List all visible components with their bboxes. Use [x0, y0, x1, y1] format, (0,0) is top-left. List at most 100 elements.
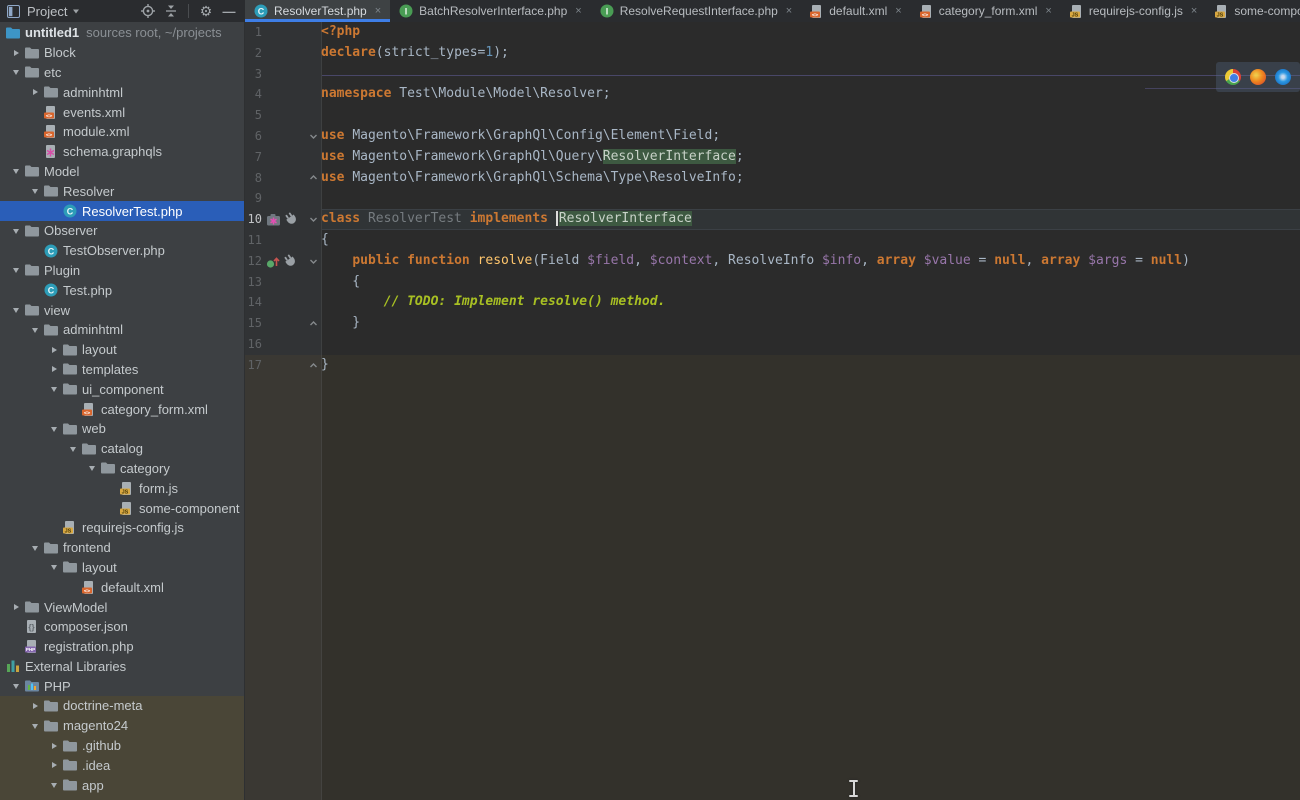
tree-item[interactable]: category [0, 459, 244, 479]
tree-item[interactable]: view [0, 300, 244, 320]
firefox-icon[interactable] [1250, 69, 1266, 85]
tab-close-button[interactable]: × [375, 5, 381, 17]
tree-item[interactable]: web [0, 419, 244, 439]
line-number[interactable]: 8 [245, 168, 262, 189]
tree-item[interactable]: JS form.js [0, 478, 244, 498]
code-line[interactable]: 8 use Magento\Framework\GraphQl\Schema\T… [245, 168, 1300, 189]
tree-item[interactable]: schema.graphqls [0, 142, 244, 162]
tree-item[interactable]: C TestObserver.php [0, 241, 244, 261]
tree-item[interactable]: catalog [0, 439, 244, 459]
tab-close-button[interactable]: × [1045, 5, 1051, 17]
tree-item[interactable]: .idea [0, 755, 244, 775]
chevron-right-icon[interactable] [44, 741, 63, 751]
fold-toggle-icon[interactable] [309, 319, 318, 328]
tree-item[interactable]: ui_component [0, 379, 244, 399]
tree-item[interactable]: <> default.xml [0, 577, 244, 597]
editor-tab[interactable]: JS requirejs-config.js × [1061, 0, 1206, 22]
tree-item[interactable]: layout [0, 340, 244, 360]
chevron-down-icon[interactable] [6, 226, 25, 236]
tree-item[interactable]: PHP registration.php [0, 637, 244, 657]
chevron-right-icon[interactable] [25, 87, 44, 97]
chevron-down-icon[interactable] [25, 186, 44, 196]
tab-close-button[interactable]: × [786, 5, 792, 17]
chevron-down-icon[interactable] [25, 721, 44, 731]
tree-item[interactable]: .github [0, 736, 244, 756]
chevron-down-icon[interactable] [6, 166, 25, 176]
chrome-icon[interactable] [1225, 69, 1241, 85]
line-number[interactable]: 2 [245, 43, 262, 64]
tree-item[interactable]: adminhtml [0, 320, 244, 340]
chevron-down-icon[interactable] [44, 562, 63, 572]
editor-tab[interactable]: <> category_form.xml × [911, 0, 1061, 22]
tree-item[interactable]: Observer [0, 221, 244, 241]
tree-item[interactable]: C ResolverTest.php [0, 201, 244, 221]
code-line[interactable]: 13 { [245, 272, 1300, 293]
code-line[interactable]: 11 { [245, 230, 1300, 251]
graphql-gutter-icon[interactable] [266, 213, 282, 227]
tab-close-button[interactable]: × [895, 5, 901, 17]
fold-toggle-icon[interactable] [309, 215, 318, 224]
line-number[interactable]: 5 [245, 105, 262, 126]
chevron-down-icon[interactable] [82, 463, 101, 473]
tree-item[interactable]: Resolver [0, 181, 244, 201]
tree-item[interactable]: ViewModel [0, 597, 244, 617]
code-line[interactable]: 5 [245, 105, 1300, 126]
settings-gear-button[interactable]: ⚙ [197, 2, 215, 20]
collapse-all-button[interactable] [162, 2, 180, 20]
tree-item[interactable]: doctrine-meta [0, 696, 244, 716]
tree-item[interactable]: etc [0, 63, 244, 83]
chevron-down-icon[interactable] [25, 543, 44, 553]
code-line[interactable]: 14 // TODO: Implement resolve() method. [245, 292, 1300, 313]
chevron-down-icon[interactable] [6, 265, 25, 275]
code-line[interactable]: 1 <?php [245, 22, 1300, 43]
line-number[interactable]: 9 [245, 188, 262, 209]
line-number[interactable]: 14 [245, 292, 262, 313]
tree-item[interactable]: <> category_form.xml [0, 399, 244, 419]
plug-icon[interactable] [284, 254, 299, 269]
line-number[interactable]: 7 [245, 147, 262, 168]
chevron-right-icon[interactable] [6, 48, 25, 58]
tree-item[interactable]: app [0, 775, 244, 795]
tree-item[interactable]: Model [0, 162, 244, 182]
tree-item[interactable]: JS requirejs-config.js [0, 518, 244, 538]
line-number[interactable]: 10 [245, 209, 262, 230]
chevron-down-icon[interactable] [6, 305, 25, 315]
tree-item[interactable]: templates [0, 360, 244, 380]
fold-toggle-icon[interactable] [309, 132, 318, 141]
code-line[interactable]: 15 } [245, 313, 1300, 334]
code-line[interactable]: 7 use Magento\Framework\GraphQl\Query\Re… [245, 147, 1300, 168]
editor-tab[interactable]: JS some-component.js × [1206, 0, 1300, 22]
chevron-down-icon[interactable] [25, 325, 44, 335]
code-line[interactable]: 2 declare(strict_types=1); [245, 43, 1300, 64]
fold-toggle-icon[interactable] [309, 361, 318, 370]
chevron-right-icon[interactable] [44, 345, 63, 355]
line-number[interactable]: 16 [245, 334, 262, 355]
editor-tab[interactable]: <> default.xml × [801, 0, 910, 22]
fold-toggle-icon[interactable] [309, 173, 318, 182]
line-number[interactable]: 11 [245, 230, 262, 251]
hide-panel-button[interactable]: — [220, 2, 238, 20]
chevron-right-icon[interactable] [6, 602, 25, 612]
tree-item[interactable]: JS some-component [0, 498, 244, 518]
fold-toggle-icon[interactable] [309, 257, 318, 266]
code-line[interactable]: 16 [245, 334, 1300, 355]
project-selector-button[interactable]: Project [27, 4, 80, 19]
chevron-down-icon[interactable] [6, 67, 25, 77]
override-icon[interactable] [266, 254, 281, 269]
tree-item[interactable]: PHP [0, 676, 244, 696]
chevron-down-icon[interactable] [44, 424, 63, 434]
editor-tab[interactable]: I BatchResolverInterface.php × [390, 0, 591, 22]
code-line[interactable]: 9 [245, 188, 1300, 209]
tree-item[interactable]: C Test.php [0, 280, 244, 300]
chevron-down-icon[interactable] [44, 780, 63, 790]
tool-window-icon[interactable] [4, 2, 22, 20]
editor-tab[interactable]: C ResolverTest.php × [245, 0, 390, 22]
tree-item[interactable]: Plugin [0, 261, 244, 281]
chevron-down-icon[interactable] [63, 444, 82, 454]
line-number[interactable]: 4 [245, 84, 262, 105]
tree-item[interactable]: layout [0, 558, 244, 578]
line-number[interactable]: 17 [245, 355, 262, 376]
tree-item[interactable]: magento24 [0, 716, 244, 736]
code-line[interactable]: 6 use Magento\Framework\GraphQl\Config\E… [245, 126, 1300, 147]
chevron-right-icon[interactable] [44, 760, 63, 770]
